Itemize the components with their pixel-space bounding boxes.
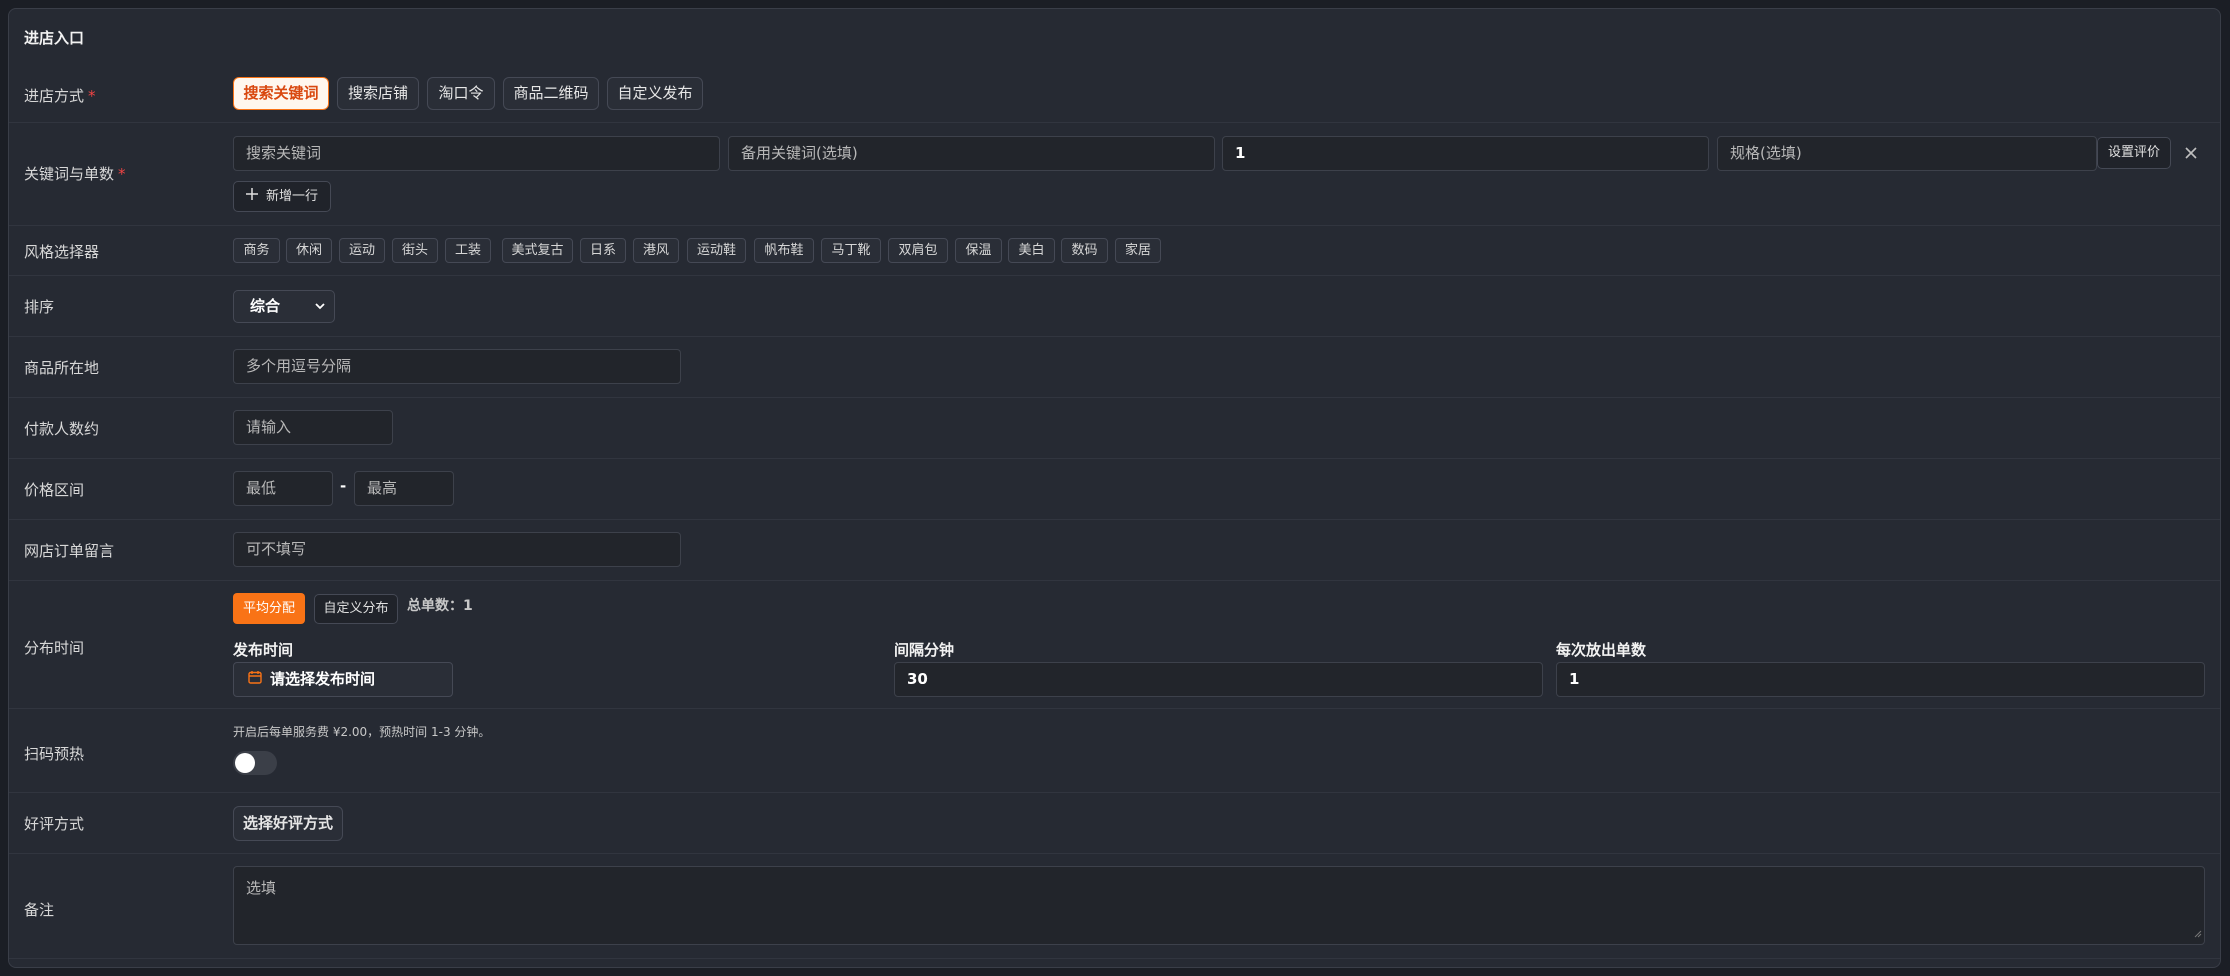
calendar-icon bbox=[248, 663, 262, 696]
row-distribution: 分布时间 平均分配 自定义分布 总单数：1 发布时间 请选择发布时间 间隔分钟 … bbox=[9, 581, 2220, 709]
entry-method-label: 进店方式 * bbox=[24, 87, 96, 105]
review-method-label: 好评方式 bbox=[24, 815, 85, 833]
row-price: 价格区间 最低 - 最高 bbox=[9, 459, 2220, 520]
keyword-input[interactable]: 搜索关键词 bbox=[233, 136, 720, 171]
message-label: 网店订单留言 bbox=[24, 542, 115, 560]
publish-time-picker[interactable]: 请选择发布时间 bbox=[233, 662, 453, 697]
style-tag[interactable]: 马丁靴 bbox=[821, 238, 881, 263]
price-min-input[interactable]: 最低 bbox=[233, 471, 333, 506]
entry-option-taokouling[interactable]: 淘口令 bbox=[427, 77, 495, 110]
location-label: 商品所在地 bbox=[24, 359, 100, 377]
entry-option-shop[interactable]: 搜索店铺 bbox=[337, 77, 419, 110]
plus-icon bbox=[245, 182, 258, 211]
add-row-button[interactable]: 新增一行 bbox=[233, 181, 331, 212]
row-location: 商品所在地 多个用逗号分隔 bbox=[9, 337, 2220, 398]
row-keywords: 关键词与单数 * 搜索关键词 备用关键词(选填) 1 规格(选填) 设置评价 新增… bbox=[9, 123, 2220, 226]
style-tag[interactable]: 保温 bbox=[955, 238, 1002, 263]
close-icon[interactable] bbox=[2181, 143, 2201, 163]
even-distribution-button[interactable]: 平均分配 bbox=[233, 593, 305, 624]
style-tag[interactable]: 运动鞋 bbox=[687, 238, 746, 263]
payers-label: 付款人数约 bbox=[24, 420, 100, 438]
style-tag[interactable]: 帆布鞋 bbox=[754, 238, 814, 263]
resize-grip-icon[interactable] bbox=[2192, 924, 2202, 942]
backup-keyword-input[interactable]: 备用关键词(选填) bbox=[728, 136, 1215, 171]
keywords-label: 关键词与单数 * bbox=[24, 165, 126, 183]
total-orders-text: 总单数：1 bbox=[407, 598, 473, 614]
row-entry-method: 进店方式 * 搜索关键词 搜索店铺 淘口令 商品二维码 自定义发布 bbox=[9, 45, 2220, 123]
custom-distribution-button[interactable]: 自定义分布 bbox=[314, 594, 398, 624]
distribution-label: 分布时间 bbox=[24, 639, 85, 657]
sort-label: 排序 bbox=[24, 298, 55, 316]
location-input[interactable]: 多个用逗号分隔 bbox=[233, 349, 681, 384]
row-note: 备注 选填 bbox=[9, 854, 2220, 959]
note-label: 备注 bbox=[24, 901, 55, 919]
sort-select[interactable]: 综合 bbox=[233, 290, 335, 323]
preheat-label: 扫码预热 bbox=[24, 745, 85, 763]
style-tag[interactable]: 港风 bbox=[633, 238, 679, 263]
style-tag[interactable]: 休闲 bbox=[286, 238, 332, 263]
style-tag[interactable]: 双肩包 bbox=[888, 238, 948, 263]
style-tag[interactable]: 美式复古 bbox=[502, 238, 573, 263]
required-mark: * bbox=[88, 87, 96, 105]
entry-option-qrcode[interactable]: 商品二维码 bbox=[503, 77, 599, 110]
preheat-toggle[interactable] bbox=[233, 751, 277, 775]
toggle-knob bbox=[235, 753, 255, 773]
row-preheat: 扫码预热 开启后每单服务费 ¥2.00，预热时间 1-3 分钟。 bbox=[9, 709, 2220, 793]
interval-label: 间隔分钟 bbox=[894, 641, 955, 659]
price-separator: - bbox=[340, 477, 347, 495]
select-review-method-button[interactable]: 选择好评方式 bbox=[233, 806, 343, 841]
row-style: 风格选择器 商务 休闲 运动 街头 工装 美式复古 日系 港风 运动鞋 帆布鞋 … bbox=[9, 226, 2220, 276]
order-count-input[interactable]: 1 bbox=[1222, 136, 1709, 171]
style-tag[interactable]: 家居 bbox=[1115, 238, 1161, 263]
note-textarea[interactable]: 选填 bbox=[233, 866, 2205, 945]
spec-input[interactable]: 规格(选填) bbox=[1717, 136, 2097, 171]
row-payers: 付款人数约 请输入 bbox=[9, 398, 2220, 459]
style-tag[interactable]: 街头 bbox=[392, 238, 438, 263]
entry-option-custom[interactable]: 自定义发布 bbox=[607, 77, 703, 110]
price-label: 价格区间 bbox=[24, 481, 85, 499]
per-batch-input[interactable]: 1 bbox=[1556, 662, 2205, 697]
style-tag[interactable]: 美白 bbox=[1008, 238, 1055, 263]
message-input[interactable]: 可不填写 bbox=[233, 532, 681, 567]
style-label: 风格选择器 bbox=[24, 243, 100, 261]
required-mark: * bbox=[118, 165, 126, 183]
entry-option-keyword[interactable]: 搜索关键词 bbox=[233, 77, 329, 110]
chevron-down-icon bbox=[314, 291, 326, 333]
row-message: 网店订单留言 可不填写 bbox=[9, 520, 2220, 581]
payers-input[interactable]: 请输入 bbox=[233, 410, 393, 445]
style-tag[interactable]: 工装 bbox=[445, 238, 491, 263]
per-batch-label: 每次放出单数 bbox=[1556, 641, 1647, 659]
entry-panel: 进店入口 进店方式 * 搜索关键词 搜索店铺 淘口令 商品二维码 自定义发布 关键… bbox=[8, 8, 2221, 968]
style-tag[interactable]: 日系 bbox=[580, 238, 626, 263]
preheat-hint: 开启后每单服务费 ¥2.00，预热时间 1-3 分钟。 bbox=[233, 725, 491, 739]
interval-input[interactable]: 30 bbox=[894, 662, 1543, 697]
style-tag[interactable]: 商务 bbox=[233, 238, 280, 263]
style-tag[interactable]: 运动 bbox=[339, 238, 385, 263]
publish-time-label: 发布时间 bbox=[233, 641, 294, 659]
row-sort: 排序 综合 bbox=[9, 276, 2220, 337]
row-review-method: 好评方式 选择好评方式 bbox=[9, 793, 2220, 854]
price-max-input[interactable]: 最高 bbox=[354, 471, 454, 506]
style-tag[interactable]: 数码 bbox=[1061, 238, 1108, 263]
set-review-button[interactable]: 设置评价 bbox=[2097, 137, 2171, 169]
